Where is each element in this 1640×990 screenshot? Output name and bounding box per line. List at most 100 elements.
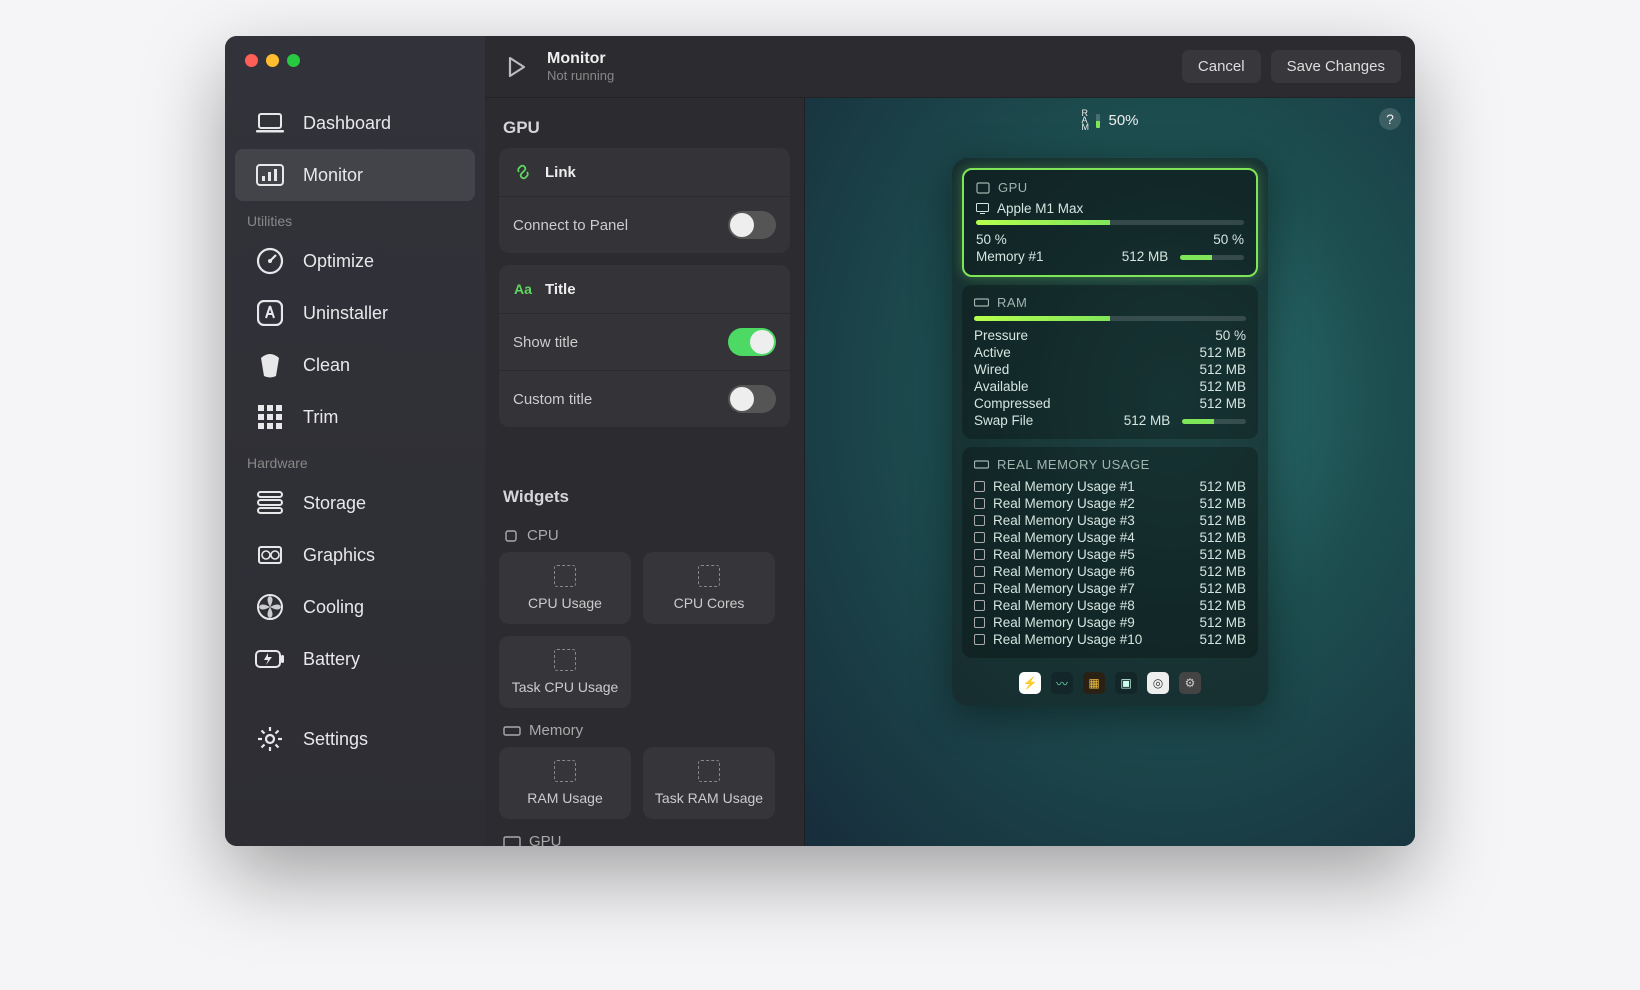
app-placeholder-icon xyxy=(974,583,985,594)
sidebar-section-hardware: Hardware xyxy=(225,443,485,477)
widget-icon xyxy=(554,760,576,782)
rmu-row: Real Memory Usage #2512 MB xyxy=(974,495,1246,512)
gpu-icon xyxy=(976,182,990,194)
dock-icon-disk[interactable]: ◎ xyxy=(1147,672,1169,694)
gpu-small-icon xyxy=(503,835,521,847)
sidebar-item-uninstaller[interactable]: Uninstaller xyxy=(235,287,475,339)
rmu-row: Real Memory Usage #8512 MB xyxy=(974,597,1246,614)
dock-icon-power[interactable]: ⚡ xyxy=(1019,672,1041,694)
minimize-window-icon[interactable] xyxy=(266,54,279,67)
gear-icon xyxy=(255,724,285,754)
sidebar-item-label: Clean xyxy=(303,355,350,376)
sidebar-item-label: Settings xyxy=(303,729,368,750)
sidebar-item-dashboard[interactable]: Dashboard xyxy=(235,97,475,149)
dock-icon-settings[interactable]: ⚙ xyxy=(1179,672,1201,694)
sidebar-item-settings[interactable]: Settings xyxy=(235,713,475,765)
show-title-label: Show title xyxy=(513,334,728,351)
sidebar-item-graphics[interactable]: Graphics xyxy=(235,529,475,581)
ram-usage-bar xyxy=(974,316,1246,321)
sidebar-item-label: Dashboard xyxy=(303,113,391,134)
sidebar-section-utilities: Utilities xyxy=(225,201,485,235)
preview-column: RAM 50% ? GPU Apple M1 Max xyxy=(805,98,1415,846)
widget-cpu-cores[interactable]: CPU Cores xyxy=(643,552,775,624)
swap-bar xyxy=(1182,419,1246,424)
help-button[interactable]: ? xyxy=(1379,108,1401,130)
widget-group-cpu: CPU xyxy=(485,517,804,552)
app-placeholder-icon xyxy=(974,481,985,492)
app-placeholder-icon xyxy=(974,566,985,577)
widget-ram-usage[interactable]: RAM Usage xyxy=(499,747,631,819)
panel-gpu-section: GPU Apple M1 Max 50 % 50 % Memory #1 xyxy=(962,168,1258,277)
disks-icon xyxy=(255,488,285,518)
sidebar-item-label: Battery xyxy=(303,649,360,670)
rmu-row: Real Memory Usage #9512 MB xyxy=(974,614,1246,631)
sidebar: Dashboard Monitor Utilities Optimize Uni… xyxy=(225,36,485,846)
app-placeholder-icon xyxy=(974,617,985,628)
link-heading: Link xyxy=(545,164,776,181)
page-title: Monitor xyxy=(547,50,1182,68)
sidebar-item-label: Optimize xyxy=(303,251,374,272)
text-icon: Aa xyxy=(513,279,533,299)
rmu-row: Real Memory Usage #5512 MB xyxy=(974,546,1246,563)
widget-icon xyxy=(554,649,576,671)
sidebar-item-battery[interactable]: Battery xyxy=(235,633,475,685)
bucket-icon xyxy=(255,350,285,380)
topbar: Monitor Not running Cancel Save Changes xyxy=(485,36,1415,98)
widget-task-ram-usage[interactable]: Task RAM Usage xyxy=(643,747,775,819)
grid-icon xyxy=(255,402,285,432)
gpu-memory-label: Memory #1 xyxy=(976,249,1044,264)
widget-icon xyxy=(698,565,720,587)
widget-cpu-usage[interactable]: CPU Usage xyxy=(499,552,631,624)
display-icon xyxy=(976,203,989,214)
sidebar-item-label: Uninstaller xyxy=(303,303,388,324)
app-window: Dashboard Monitor Utilities Optimize Uni… xyxy=(225,36,1415,846)
app-placeholder-icon xyxy=(974,634,985,645)
gpu-memory-value: 512 MB xyxy=(1122,249,1169,264)
play-button[interactable] xyxy=(499,49,535,85)
chip-icon xyxy=(503,528,519,544)
gpu-icon xyxy=(255,540,285,570)
page-subtitle: Not running xyxy=(547,68,1182,83)
app-icon xyxy=(255,298,285,328)
sidebar-item-clean[interactable]: Clean xyxy=(235,339,475,391)
dock-icon-terminal[interactable]: ▣ xyxy=(1115,672,1137,694)
sidebar-item-storage[interactable]: Storage xyxy=(235,477,475,529)
gpu-usage-right: 50 % xyxy=(1213,232,1244,247)
widget-task-cpu-usage[interactable]: Task CPU Usage xyxy=(499,636,631,708)
memory-icon xyxy=(974,459,989,470)
save-changes-button[interactable]: Save Changes xyxy=(1271,50,1401,83)
show-title-toggle[interactable] xyxy=(728,328,776,356)
rmu-row: Real Memory Usage #10512 MB xyxy=(974,631,1246,648)
config-column[interactable]: GPU Link Connect to Panel xyxy=(485,98,805,846)
memory-icon xyxy=(503,724,521,738)
custom-title-toggle[interactable] xyxy=(728,385,776,413)
play-icon xyxy=(508,57,526,77)
connect-to-panel-toggle[interactable] xyxy=(728,211,776,239)
cancel-button[interactable]: Cancel xyxy=(1182,50,1261,83)
panel-ram-section: RAM Pressure50 % Active512 MB Wired512 M… xyxy=(962,285,1258,439)
title-card: Aa Title Show title Custom title xyxy=(499,265,790,427)
window-controls xyxy=(225,54,485,67)
dock-icon-activity[interactable]: 〰 xyxy=(1051,672,1073,694)
rmu-row: Real Memory Usage #1512 MB xyxy=(974,478,1246,495)
sidebar-item-trim[interactable]: Trim xyxy=(235,391,475,443)
widgets-heading: Widgets xyxy=(485,467,804,517)
gauge-icon xyxy=(255,246,285,276)
sidebar-item-optimize[interactable]: Optimize xyxy=(235,235,475,287)
fan-icon xyxy=(255,592,285,622)
sidebar-item-cooling[interactable]: Cooling xyxy=(235,581,475,633)
rmu-row: Real Memory Usage #3512 MB xyxy=(974,512,1246,529)
widget-icon xyxy=(698,760,720,782)
sidebar-item-label: Monitor xyxy=(303,165,363,186)
connect-to-panel-label: Connect to Panel xyxy=(513,217,728,234)
link-icon xyxy=(513,162,533,182)
gpu-device: Apple M1 Max xyxy=(997,201,1083,216)
dock-icon-chip[interactable]: ▦ xyxy=(1083,672,1105,694)
app-placeholder-icon xyxy=(974,532,985,543)
gpu-usage-bar xyxy=(976,220,1244,225)
config-section-gpu: GPU xyxy=(485,98,804,148)
fullscreen-window-icon[interactable] xyxy=(287,54,300,67)
gpu-memory-bar xyxy=(1180,255,1244,260)
close-window-icon[interactable] xyxy=(245,54,258,67)
sidebar-item-monitor[interactable]: Monitor xyxy=(235,149,475,201)
